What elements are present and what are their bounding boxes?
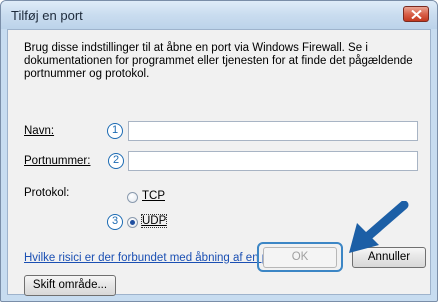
protocol-label: Protokol: (24, 187, 70, 199)
close-button[interactable] (403, 6, 429, 22)
dialog-title: Tilføj en port (11, 8, 83, 23)
port-number-input[interactable] (128, 151, 418, 171)
name-input[interactable] (128, 121, 418, 141)
port-label: Portnummer: (24, 155, 91, 167)
pointer-arrow-icon (349, 201, 409, 253)
tcp-radio[interactable] (127, 192, 138, 203)
add-port-dialog: Tilføj en port Brug disse indstillinger … (0, 0, 438, 302)
change-scope-button[interactable]: Skift område... (24, 275, 116, 296)
udp-radio[interactable] (127, 217, 138, 228)
tcp-label[interactable]: TCP (142, 190, 165, 202)
step-1-badge: 1 (107, 123, 123, 139)
name-label: Navn: (24, 125, 55, 137)
help-link[interactable]: Hvilke risici er der forbundet med åbnin… (24, 252, 288, 264)
close-icon (411, 10, 422, 19)
description-text: Brug disse indstillinger til at åbne en … (24, 42, 413, 80)
step-3-badge: 3 (107, 214, 123, 230)
ok-button[interactable]: OK (263, 247, 337, 268)
title-bar[interactable]: Tilføj en port (1, 1, 437, 29)
udp-label[interactable]: UDP (140, 214, 168, 228)
step-2-badge: 2 (108, 153, 124, 169)
